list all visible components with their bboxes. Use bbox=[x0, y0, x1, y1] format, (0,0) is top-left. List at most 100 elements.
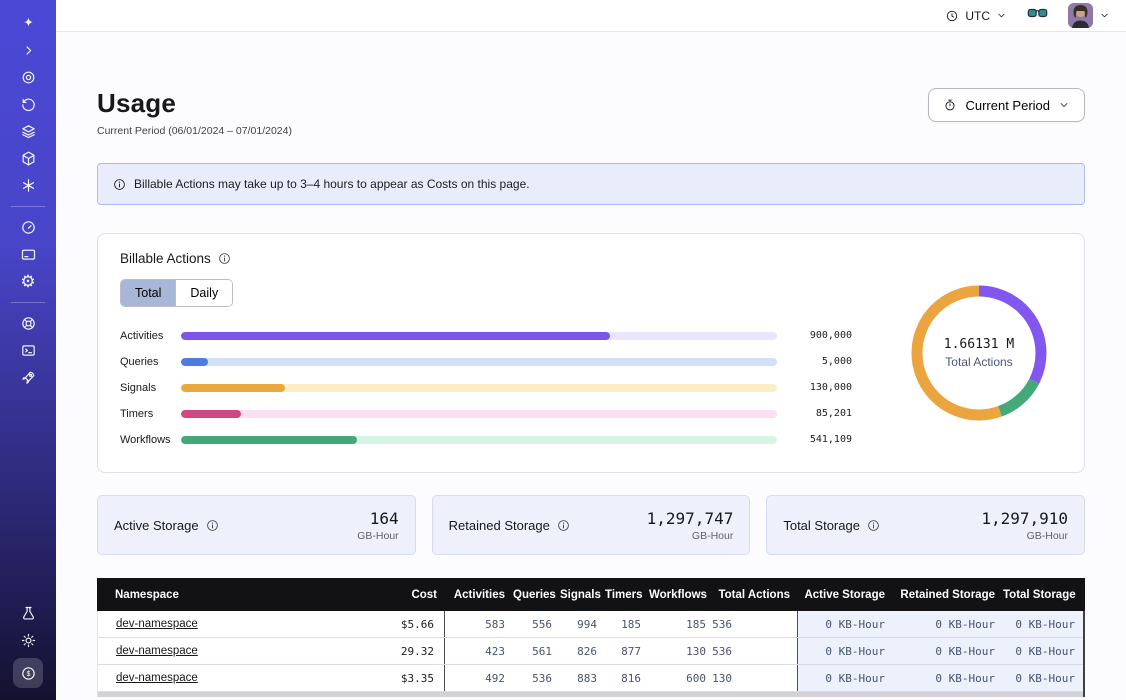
period-dropdown-button[interactable]: Current Period bbox=[928, 88, 1085, 122]
info-icon[interactable] bbox=[867, 519, 880, 532]
total-actions-donut: 1.66131 M Total Actions bbox=[874, 234, 1084, 472]
signals-cell: 883 bbox=[560, 665, 605, 691]
layers-icon[interactable] bbox=[12, 118, 44, 145]
active-storage-cell: 0 KB-Hour bbox=[798, 665, 893, 691]
bar-row-queries: Queries5,000 bbox=[120, 353, 852, 370]
pricing-coin-icon[interactable]: $ bbox=[13, 658, 43, 688]
content: Usage Current Period (06/01/2024 – 07/01… bbox=[56, 32, 1126, 697]
active-storage-unit: GB-Hour bbox=[357, 530, 398, 542]
activities-cell: 583 bbox=[445, 611, 513, 637]
tab-daily[interactable]: Daily bbox=[175, 280, 232, 306]
bar-track bbox=[181, 410, 777, 418]
chevron-down-icon bbox=[996, 10, 1007, 21]
total-actions-cell: 536 bbox=[714, 611, 798, 637]
user-avatar bbox=[1068, 3, 1093, 28]
timezone-label: UTC bbox=[965, 9, 990, 23]
column-header-namespace: Namespace bbox=[97, 589, 355, 601]
bar-fill bbox=[181, 358, 208, 366]
bar-value: 130,000 bbox=[788, 382, 852, 393]
info-icon[interactable] bbox=[557, 519, 570, 532]
column-header-total-storage: Total Storage bbox=[1003, 589, 1083, 601]
user-menu[interactable] bbox=[1068, 3, 1110, 28]
namespace-cell: dev-namespace bbox=[98, 665, 355, 691]
getting-started-rocket-icon[interactable] bbox=[12, 364, 44, 391]
workflows-cell: 600 bbox=[649, 665, 714, 691]
expand-sidebar-icon[interactable] bbox=[12, 37, 44, 64]
main-area: UTC Usage bbox=[56, 0, 1126, 700]
workflows-cell: 130 bbox=[649, 638, 714, 664]
table-header: NamespaceCostActivitiesQueriesSignalsTim… bbox=[97, 578, 1085, 611]
history-icon[interactable] bbox=[12, 91, 44, 118]
bar-row-workflows: Workflows541,109 bbox=[120, 431, 852, 448]
theme-sun-icon[interactable] bbox=[12, 627, 44, 654]
retained-storage-cell: 0 KB-Hour bbox=[893, 611, 1003, 637]
bar-label: Signals bbox=[120, 382, 170, 394]
bar-value: 900,000 bbox=[788, 330, 852, 341]
activities-cell: 423 bbox=[445, 638, 513, 664]
sidebar-divider bbox=[11, 206, 45, 207]
cost-cell: 29.32 bbox=[355, 638, 445, 664]
total-storage-cell: 0 KB-Hour bbox=[1003, 638, 1083, 664]
column-header-active-storage: Active Storage bbox=[798, 589, 893, 601]
column-header-retained-storage: Retained Storage bbox=[893, 589, 1003, 601]
deployments-cube-icon[interactable] bbox=[12, 145, 44, 172]
bar-track bbox=[181, 332, 777, 340]
bar-label: Timers bbox=[120, 408, 170, 420]
table-row: dev-namespace29.324235618268771305360 KB… bbox=[98, 638, 1083, 665]
goggles-button[interactable] bbox=[1027, 5, 1048, 26]
namespace-link[interactable]: dev-namespace bbox=[116, 672, 198, 684]
cost-cell: $3.35 bbox=[355, 665, 445, 691]
bar-label: Activities bbox=[120, 330, 170, 342]
bar-fill bbox=[181, 332, 610, 340]
retained-storage-card: Retained Storage 1,297,747 GB-Hour bbox=[432, 495, 751, 555]
bar-fill bbox=[181, 436, 357, 444]
active-storage-card: Active Storage 164 GB-Hour bbox=[97, 495, 416, 555]
info-icon bbox=[113, 178, 126, 191]
total-actions-cell: 130 bbox=[714, 665, 798, 691]
temporal-logo[interactable] bbox=[12, 10, 44, 37]
total-storage-value: 1,297,910 bbox=[981, 509, 1068, 528]
info-banner: Billable Actions may take up to 3–4 hour… bbox=[97, 163, 1085, 205]
timers-cell: 877 bbox=[605, 638, 649, 664]
feedback-terminal-icon[interactable] bbox=[12, 337, 44, 364]
settings-gear-icon[interactable]: ⚙ bbox=[12, 268, 44, 295]
bar-track bbox=[181, 384, 777, 392]
retained-storage-cell: 0 KB-Hour bbox=[893, 638, 1003, 664]
queries-cell: 556 bbox=[513, 611, 560, 637]
column-header-cost: Cost bbox=[355, 589, 445, 601]
goggles-icon bbox=[1027, 5, 1048, 21]
bar-value: 85,201 bbox=[788, 408, 852, 419]
active-storage-cell: 0 KB-Hour bbox=[798, 638, 893, 664]
total-storage-card: Total Storage 1,297,910 GB-Hour bbox=[766, 495, 1085, 555]
usage-gauge-icon[interactable] bbox=[12, 214, 44, 241]
billable-actions-card: Billable Actions Total Daily Activities9… bbox=[97, 233, 1085, 473]
banner-text: Billable Actions may take up to 3–4 hour… bbox=[134, 177, 530, 191]
info-icon[interactable] bbox=[206, 519, 219, 532]
namespace-link[interactable]: dev-namespace bbox=[116, 645, 198, 657]
nexus-asterisk-icon[interactable] bbox=[12, 172, 44, 199]
namespace-link[interactable]: dev-namespace bbox=[116, 618, 198, 630]
signals-cell: 994 bbox=[560, 611, 605, 637]
timezone-selector[interactable]: UTC bbox=[945, 9, 1007, 23]
billing-card-icon[interactable] bbox=[12, 241, 44, 268]
period-button-label: Current Period bbox=[965, 98, 1050, 113]
retained-storage-label: Retained Storage bbox=[449, 518, 550, 533]
info-icon[interactable] bbox=[218, 252, 231, 265]
table-row-partial bbox=[97, 692, 1085, 697]
column-header-timers: Timers bbox=[605, 589, 649, 601]
activities-cell: 492 bbox=[445, 665, 513, 691]
chevron-down-icon bbox=[1058, 99, 1070, 111]
total-storage-label: Total Storage bbox=[783, 518, 860, 533]
retained-storage-unit: GB-Hour bbox=[647, 530, 734, 542]
donut-total-label: Total Actions bbox=[944, 355, 1014, 369]
namespaces-icon[interactable] bbox=[12, 64, 44, 91]
table-row: dev-namespace$5.665835569941851855360 KB… bbox=[98, 611, 1083, 638]
chevron-down-icon bbox=[1099, 10, 1110, 21]
tab-total[interactable]: Total bbox=[121, 280, 175, 306]
namespace-usage-table: NamespaceCostActivitiesQueriesSignalsTim… bbox=[97, 578, 1085, 697]
retained-storage-cell: 0 KB-Hour bbox=[893, 665, 1003, 691]
column-header-queries: Queries bbox=[513, 589, 560, 601]
sidebar-divider bbox=[11, 302, 45, 303]
support-lifebuoy-icon[interactable] bbox=[12, 310, 44, 337]
labs-flask-icon[interactable] bbox=[12, 600, 44, 627]
